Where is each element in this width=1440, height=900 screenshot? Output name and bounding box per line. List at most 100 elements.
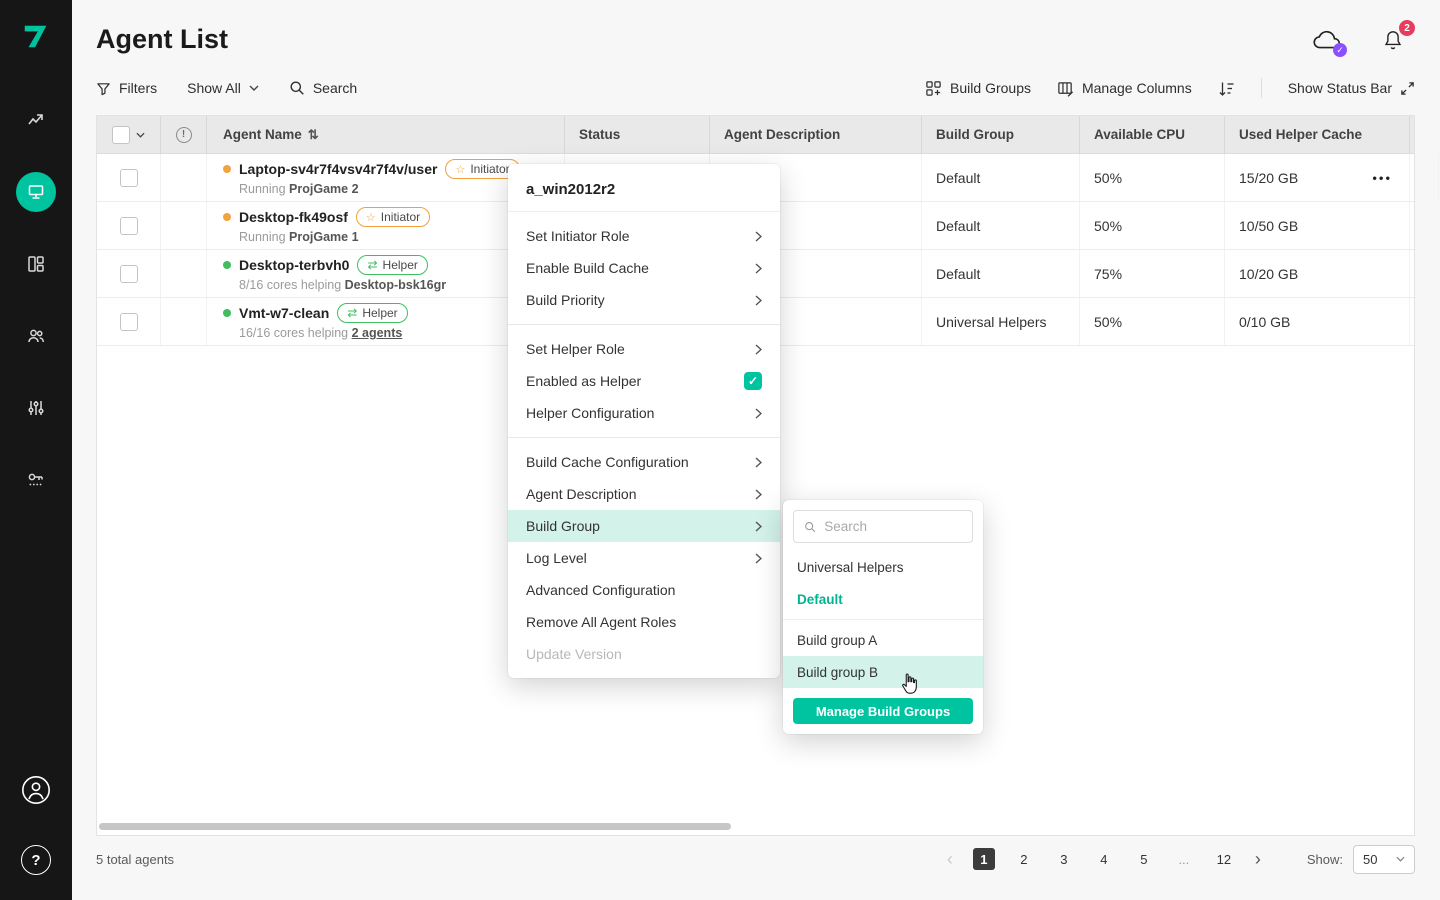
show-status-bar-button[interactable]: Show Status Bar xyxy=(1288,80,1415,96)
search-label: Search xyxy=(313,80,357,96)
page-size-select[interactable]: 50 xyxy=(1353,845,1415,874)
menu-item-advanced-configuration[interactable]: Advanced Configuration xyxy=(508,574,780,606)
search-button[interactable]: Search xyxy=(289,80,357,96)
row-checkbox[interactable] xyxy=(120,265,138,283)
horizontal-scrollbar[interactable] xyxy=(99,823,731,830)
show-all-dropdown[interactable]: Show All xyxy=(187,80,259,96)
subtitle-prefix: 16/16 cores helping xyxy=(239,326,352,340)
build-group-cell: Default xyxy=(922,202,1080,249)
page-button-12[interactable]: 12 xyxy=(1213,848,1235,870)
cloud-status-button[interactable]: ✓ xyxy=(1312,26,1342,54)
build-groups-button[interactable]: Build Groups xyxy=(925,80,1031,97)
column-header-build-group[interactable]: Build Group xyxy=(922,116,1080,153)
menu-item-agent-description[interactable]: Agent Description xyxy=(508,478,780,510)
menu-item-set-helper-role[interactable]: Set Helper Role xyxy=(508,333,780,365)
submenu-item-default[interactable]: Default xyxy=(783,583,983,615)
used-helper-cache-cell: 0/10 GB xyxy=(1225,298,1410,345)
initiator-badge: ☆ Initiator xyxy=(356,207,430,227)
helper-badge: ⇄ Helper xyxy=(357,255,427,275)
build-group-search-input[interactable] xyxy=(824,519,962,534)
sort-arrows-icon[interactable]: ⇅ xyxy=(308,127,319,143)
manage-columns-button[interactable]: Manage Columns xyxy=(1057,80,1192,97)
menu-item-build-priority[interactable]: Build Priority xyxy=(508,284,780,316)
menu-item-helper-configuration[interactable]: Helper Configuration xyxy=(508,397,780,429)
app-logo[interactable] xyxy=(0,0,72,72)
submenu-item-build-group-a[interactable]: Build group A xyxy=(783,624,983,656)
row-actions-kebab[interactable]: ••• xyxy=(1372,170,1392,185)
sidebar-item-users[interactable] xyxy=(16,316,56,356)
next-page-button[interactable]: › xyxy=(1253,849,1263,870)
search-icon xyxy=(804,520,816,534)
column-label: Used Helper Cache xyxy=(1239,127,1362,142)
sort-order-button[interactable] xyxy=(1218,80,1235,97)
menu-item-enable-build-cache[interactable]: Enable Build Cache xyxy=(508,252,780,284)
subtitle-prefix: Running xyxy=(239,230,289,244)
menu-item-label: Build Group xyxy=(526,518,600,534)
menu-item-enabled-as-helper[interactable]: Enabled as Helper ✓ xyxy=(508,365,780,397)
column-header-agent-name[interactable]: Agent Name ⇅ xyxy=(207,116,565,153)
sidebar-item-agents[interactable] xyxy=(16,172,56,212)
helper-icon: ⇄ xyxy=(367,258,377,272)
select-menu-chevron-icon[interactable] xyxy=(136,132,145,138)
row-checkbox[interactable] xyxy=(120,313,138,331)
menu-item-update-version: Update Version xyxy=(508,638,780,670)
submenu-item-universal-helpers[interactable]: Universal Helpers xyxy=(783,551,983,583)
row-checkbox[interactable] xyxy=(120,217,138,235)
help-button[interactable]: ? xyxy=(16,840,56,880)
row-alert-cell xyxy=(161,202,207,249)
submenu-item-build-group-b[interactable]: Build group B xyxy=(783,656,983,688)
sliders-icon xyxy=(27,399,45,417)
notifications-button[interactable]: 2 xyxy=(1378,26,1408,54)
sidebar-item-settings[interactable] xyxy=(16,388,56,428)
page-button-5[interactable]: 5 xyxy=(1133,848,1155,870)
enabled-helper-checkbox[interactable]: ✓ xyxy=(744,372,762,390)
column-label: Available CPU xyxy=(1094,127,1185,142)
select-all-checkbox[interactable] xyxy=(112,126,130,144)
build-groups-icon xyxy=(925,80,942,97)
column-header-agent-description[interactable]: Agent Description xyxy=(710,116,922,153)
menu-item-log-level[interactable]: Log Level xyxy=(508,542,780,574)
context-menu-title: a_win2012r2 xyxy=(508,164,780,212)
page-button-3[interactable]: 3 xyxy=(1053,848,1075,870)
row-checkbox[interactable] xyxy=(120,169,138,187)
menu-item-build-group[interactable]: Build Group xyxy=(508,510,780,542)
column-header-status[interactable]: Status xyxy=(565,116,710,153)
user-avatar-button[interactable] xyxy=(16,770,56,810)
sidebar-item-monitoring[interactable] xyxy=(16,100,56,140)
agent-name: Desktop-fk49osf xyxy=(239,209,348,225)
filters-button[interactable]: Filters xyxy=(96,80,157,96)
column-header-used-helper-cache[interactable]: Used Helper Cache xyxy=(1225,116,1410,153)
page-button-4[interactable]: 4 xyxy=(1093,848,1115,870)
help-glyph: ? xyxy=(31,852,40,869)
page-button-2[interactable]: 2 xyxy=(1013,848,1035,870)
chevron-right-icon xyxy=(755,344,762,355)
submenu-search-box xyxy=(793,510,973,543)
menu-item-remove-all-agent-roles[interactable]: Remove All Agent Roles xyxy=(508,606,780,638)
alert-glyph: ! xyxy=(182,129,185,140)
sort-lines-icon xyxy=(1218,80,1235,97)
row-alert-cell xyxy=(161,250,207,297)
select-all-header xyxy=(97,116,161,153)
prev-page-button[interactable]: ‹ xyxy=(945,849,955,870)
chevron-down-icon xyxy=(1396,856,1405,862)
cloud-connected-badge: ✓ xyxy=(1333,43,1347,57)
build-groups-label: Build Groups xyxy=(950,80,1031,96)
manage-build-groups-button[interactable]: Manage Build Groups xyxy=(793,698,973,724)
page-button-1[interactable]: 1 xyxy=(973,848,995,870)
expand-icon xyxy=(1400,81,1415,96)
show-all-label: Show All xyxy=(187,80,241,96)
check-glyph: ✓ xyxy=(1336,45,1344,56)
sidebar-item-licenses[interactable] xyxy=(16,460,56,500)
column-header-available-cpu[interactable]: Available CPU xyxy=(1080,116,1225,153)
menu-item-set-initiator-role[interactable]: Set Initiator Role xyxy=(508,220,780,252)
page-title: Agent List xyxy=(96,24,228,55)
sidebar-item-builds[interactable] xyxy=(16,244,56,284)
build-group-cell: Default xyxy=(922,250,1080,297)
sidebar: ? xyxy=(0,0,72,900)
initiator-icon: ☆ xyxy=(455,163,465,176)
helped-agents-link[interactable]: 2 agents xyxy=(352,326,403,340)
menu-item-build-cache-configuration[interactable]: Build Cache Configuration xyxy=(508,446,780,478)
menu-divider xyxy=(508,324,780,325)
badge-label: Initiator xyxy=(381,210,420,224)
row-select-cell xyxy=(97,298,161,345)
